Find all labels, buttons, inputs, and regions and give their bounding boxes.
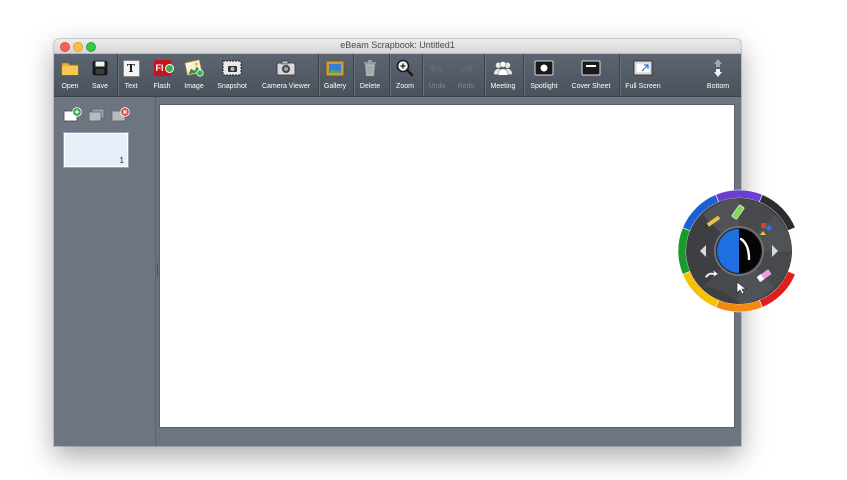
flash-button[interactable]: Fl Flash: [148, 54, 176, 96]
window-title: eBeam Scrapbook: Untitled1: [340, 40, 455, 50]
page-thumbnail[interactable]: 1: [64, 133, 128, 167]
toolbar: Open Save T Text Fl Flash Image Snapshot…: [54, 54, 741, 97]
save-label: Save: [92, 83, 108, 90]
redo-label: Redo: [457, 83, 475, 90]
meeting-label: Meeting: [490, 83, 516, 90]
image-icon: [184, 58, 204, 78]
pen-tool-wheel[interactable]: [677, 189, 801, 313]
full-screen-icon: [633, 58, 653, 78]
spotlight-icon: [534, 58, 554, 78]
open-button[interactable]: Open: [58, 54, 82, 96]
save-button[interactable]: Save: [88, 54, 112, 96]
duplicate-page-icon: [88, 108, 105, 122]
splitter-grip: [157, 263, 158, 277]
full-screen-label: Full Screen: [625, 83, 661, 90]
folder-icon: [60, 58, 80, 78]
undo-button[interactable]: Undo: [425, 54, 449, 96]
toolbar-separator: [318, 54, 319, 96]
undo-label: Undo: [428, 83, 446, 90]
spotlight-label: Spotlight: [530, 83, 558, 90]
move-to-bottom-icon: [708, 58, 728, 78]
flash-label: Flash: [153, 83, 171, 90]
gallery-button[interactable]: Gallery: [321, 54, 349, 96]
toolbar-separator: [422, 54, 423, 96]
page-number: 1: [119, 156, 124, 165]
delete-page-button[interactable]: [111, 107, 130, 122]
trash-icon: [360, 58, 380, 78]
camera-viewer-label: Camera Viewer: [261, 83, 311, 90]
text-button[interactable]: T Text: [120, 54, 142, 96]
people-icon: [493, 58, 513, 78]
toolbar-separator: [523, 54, 524, 96]
delete-page-icon: [111, 107, 130, 122]
snapshot-button[interactable]: Snapshot: [215, 54, 249, 96]
drawing-canvas[interactable]: [160, 105, 734, 427]
toolbar-separator: [117, 54, 118, 96]
camera-icon: [276, 58, 296, 78]
flash-icon: Fl: [152, 58, 174, 78]
zoom-label: Zoom: [396, 83, 414, 90]
title-bar: eBeam Scrapbook: Untitled1: [54, 39, 741, 54]
redo-button[interactable]: Redo: [454, 54, 478, 96]
spotlight-button[interactable]: Spotlight: [527, 54, 561, 96]
undo-arrow-icon: [427, 58, 447, 78]
add-page-icon: [63, 107, 82, 122]
image-button[interactable]: Image: [182, 54, 206, 96]
toolbar-separator: [484, 54, 485, 96]
gallery-icon: [325, 58, 345, 78]
gallery-label: Gallery: [323, 83, 347, 90]
full-screen-button[interactable]: Full Screen: [622, 54, 664, 96]
cover-sheet-button[interactable]: Cover Sheet: [569, 54, 613, 96]
magnifier-icon: [395, 58, 415, 78]
snapshot-icon: [222, 58, 242, 78]
delete-label: Delete: [359, 83, 381, 90]
toolbar-separator: [353, 54, 354, 96]
delete-button[interactable]: Delete: [356, 54, 384, 96]
bottom-button[interactable]: Bottom: [704, 54, 732, 96]
bottom-label: Bottom: [706, 83, 730, 90]
camera-viewer-button[interactable]: Camera Viewer: [258, 54, 314, 96]
redo-arrow-icon: [456, 58, 476, 78]
toolbar-separator: [389, 54, 390, 96]
image-label: Image: [184, 83, 204, 90]
duplicate-page-button[interactable]: [87, 107, 105, 122]
snapshot-label: Snapshot: [217, 83, 247, 90]
floppy-disk-icon: [90, 58, 110, 78]
add-page-button[interactable]: [63, 107, 82, 122]
zoom-button[interactable]: Zoom: [392, 54, 418, 96]
page-sidebar: 1: [54, 97, 155, 446]
meeting-button[interactable]: Meeting: [487, 54, 519, 96]
cover-sheet-icon: [581, 58, 601, 78]
cover-sheet-label: Cover Sheet: [571, 83, 611, 90]
text-tool-icon: T: [121, 58, 141, 78]
open-label: Open: [61, 83, 79, 90]
app-window: eBeam Scrapbook: Untitled1 Open Save T T…: [54, 39, 741, 446]
toolbar-separator: [619, 54, 620, 96]
text-label: Text: [124, 83, 138, 90]
